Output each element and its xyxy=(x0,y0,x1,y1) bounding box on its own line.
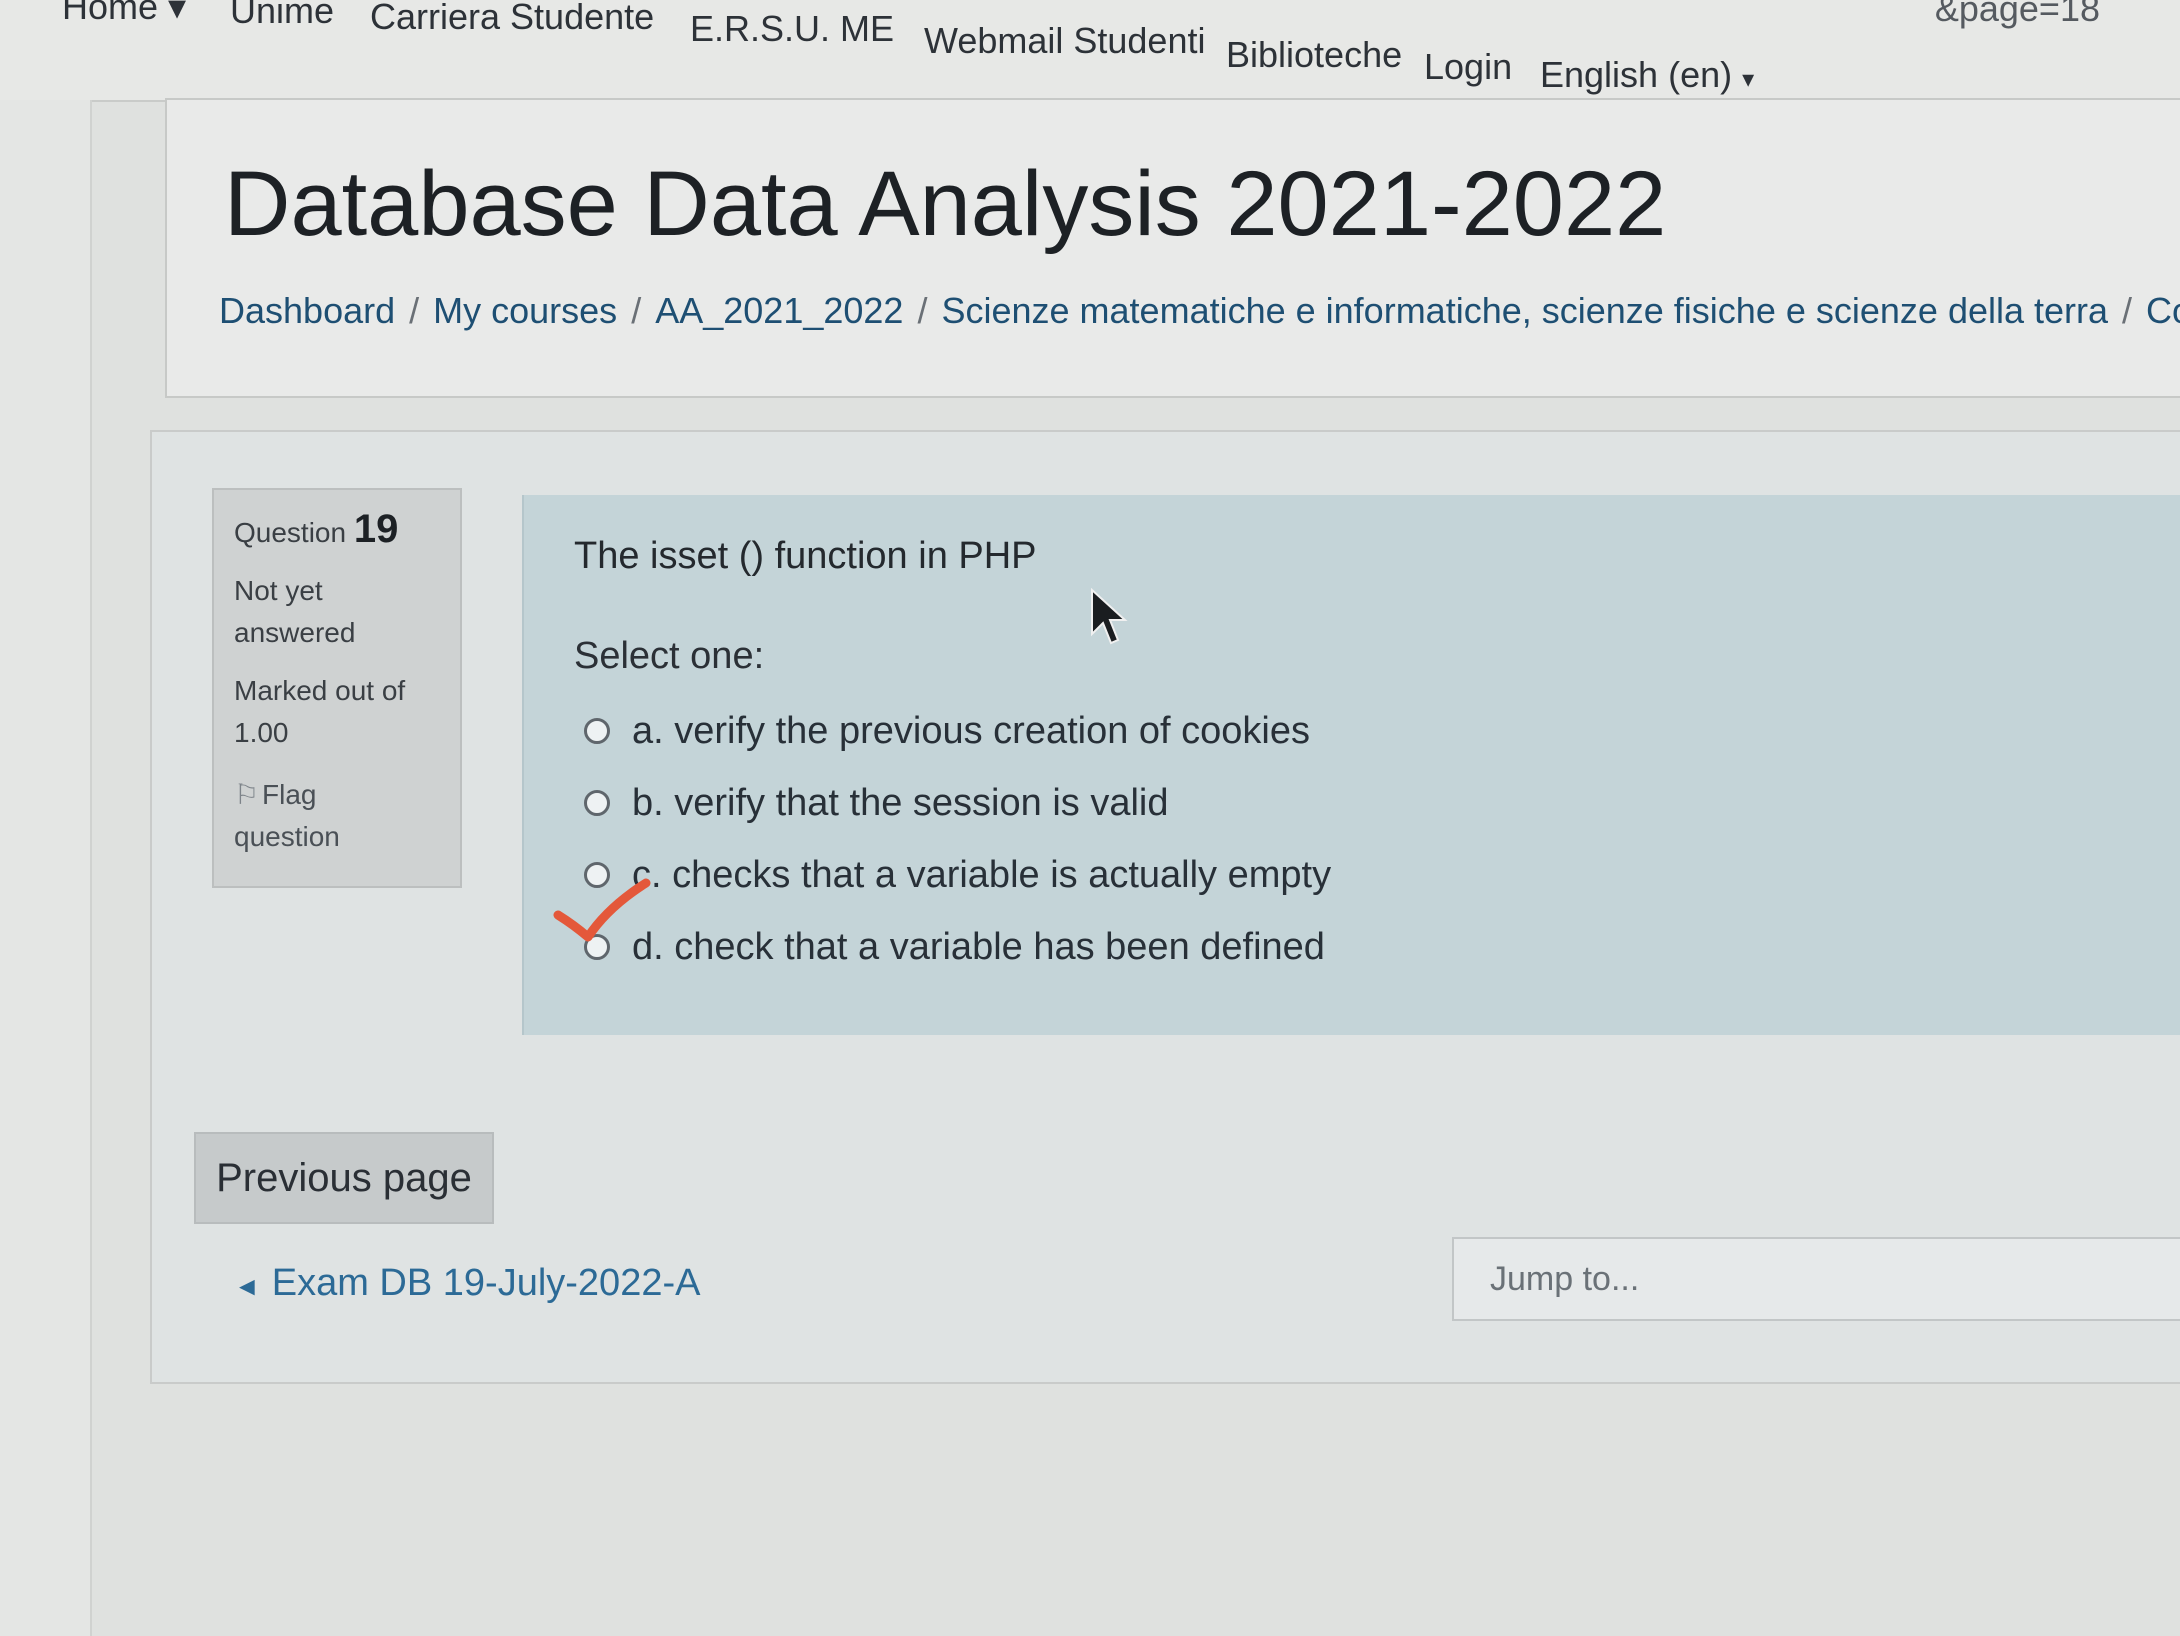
language-label: English (en) xyxy=(1540,54,1733,95)
url-fragment: &page=18 xyxy=(1934,0,2100,29)
breadcrumb-dashboard[interactable]: Dashboard xyxy=(219,290,395,331)
nav-home-label: Home xyxy=(62,0,159,27)
answer-option-c[interactable]: c. checks that a variable is actually em… xyxy=(584,845,1331,905)
radio-button[interactable] xyxy=(584,790,610,816)
page-title: Database Data Analysis 2021-2022 xyxy=(224,153,1667,255)
breadcrumb-corsi[interactable]: Corsi d xyxy=(2146,290,2180,331)
previous-activity-label: Exam DB 19-July-2022-A xyxy=(271,1262,701,1304)
previous-page-button[interactable]: Previous page xyxy=(194,1132,494,1224)
question-grade: Marked out of 1.00 xyxy=(234,670,440,754)
left-arrow-icon: ◄ xyxy=(234,1271,260,1301)
answer-label: d. check that a variable has been define… xyxy=(632,925,1325,968)
nav-unime[interactable]: Unime xyxy=(230,0,334,32)
nav-home[interactable]: Home ▾ xyxy=(62,0,186,28)
page-header: Database Data Analysis 2021-2022 Dashboa… xyxy=(165,98,2180,398)
left-drawer xyxy=(0,100,92,1636)
breadcrumb-separator: / xyxy=(917,290,928,331)
state-line-2: answered xyxy=(234,617,356,648)
question-text: The isset () function in PHP xyxy=(574,535,1037,577)
mark-line-1: Marked out of xyxy=(234,675,406,706)
breadcrumb: Dashboard / My courses / AA_2021_2022 / Scienz… xyxy=(219,290,2180,332)
flag-question-toggle[interactable]: ⚐ Flag question xyxy=(234,774,440,858)
language-menu[interactable]: English (en) ▾ xyxy=(1540,54,1754,96)
question-info: Question 19 Not yet answered Marked out … xyxy=(212,488,462,888)
state-line-1: Not yet xyxy=(234,575,323,606)
radio-button[interactable] xyxy=(584,718,610,744)
select-prompt: Select one: xyxy=(574,635,765,677)
answer-label: b. verify that the session is valid xyxy=(632,781,1169,824)
mark-line-2: 1.00 xyxy=(234,717,289,748)
top-navbar: Home ▾ Unime Carriera Studente E.R.S.U. … xyxy=(0,0,2180,102)
nav-ersu[interactable]: E.R.S.U. ME xyxy=(690,8,894,50)
question-formulation: The isset () function in PHP Select one:… xyxy=(522,495,2180,1035)
nav-webmail[interactable]: Webmail Studenti xyxy=(924,20,1205,62)
mouse-cursor-icon xyxy=(1091,588,1128,645)
breadcrumb-year[interactable]: AA_2021_2022 xyxy=(655,290,903,331)
previous-activity-link[interactable]: ◄ Exam DB 19-July-2022-A xyxy=(234,1262,700,1305)
flag-icon: ⚐ xyxy=(234,779,260,810)
answer-label: a. verify the previous creation of cooki… xyxy=(632,709,1311,752)
radio-button[interactable] xyxy=(584,934,610,960)
chevron-down-icon: ▾ xyxy=(168,0,187,27)
jump-to-label: Jump to... xyxy=(1490,1259,1640,1298)
question-number: 19 xyxy=(353,507,399,551)
breadcrumb-my-courses[interactable]: My courses xyxy=(433,290,617,331)
question-label: Question xyxy=(234,517,347,548)
breadcrumb-separator: / xyxy=(631,290,642,331)
answer-option-a[interactable]: a. verify the previous creation of cooki… xyxy=(584,701,1310,761)
nav-login[interactable]: Login xyxy=(1424,46,1512,88)
jump-to-select[interactable]: Jump to... xyxy=(1452,1237,2180,1321)
breadcrumb-separator: / xyxy=(2122,290,2133,331)
breadcrumb-separator: / xyxy=(409,290,420,331)
nav-carriera-studente[interactable]: Carriera Studente xyxy=(370,0,654,38)
nav-biblioteche[interactable]: Biblioteche xyxy=(1226,34,1402,76)
flag-line-2: question xyxy=(234,821,340,852)
flag-line-1: Flag xyxy=(262,779,317,810)
answer-option-b[interactable]: b. verify that the session is valid xyxy=(584,773,1168,833)
answer-option-d[interactable]: d. check that a variable has been define… xyxy=(584,917,1325,977)
answer-label: c. checks that a variable is actually em… xyxy=(632,853,1332,896)
question-state: Not yet answered xyxy=(234,570,440,654)
quiz-page: Question 19 Not yet answered Marked out … xyxy=(150,430,2180,1384)
radio-button[interactable] xyxy=(584,862,610,888)
breadcrumb-department[interactable]: Scienze matematiche e informatiche, scie… xyxy=(941,290,2108,331)
chevron-down-icon: ▾ xyxy=(1742,66,1755,93)
